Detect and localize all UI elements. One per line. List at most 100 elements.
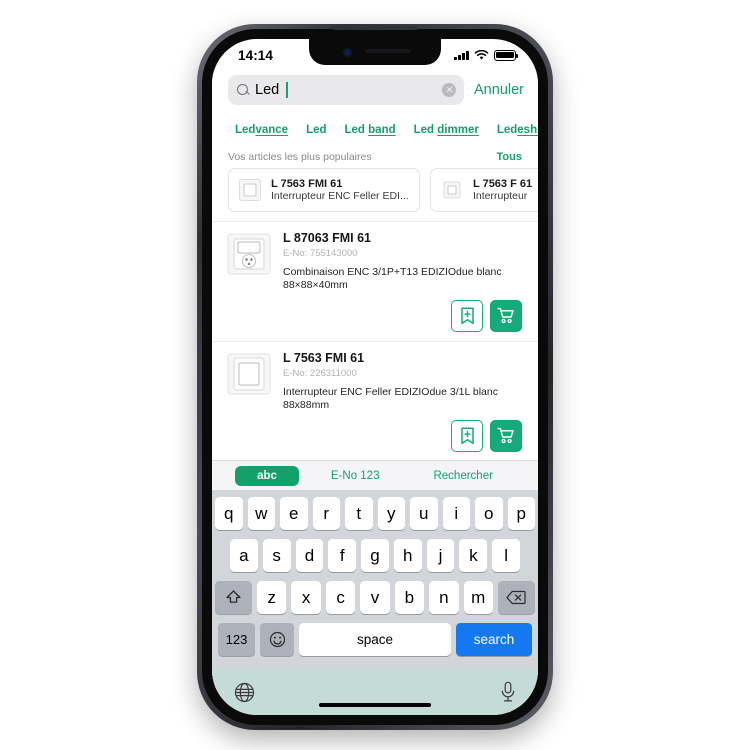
key-s[interactable]: s [262, 539, 291, 572]
search-icon [237, 84, 249, 96]
search-input[interactable]: Led [228, 75, 465, 105]
wall-switch-thumbnail [227, 353, 271, 395]
key-b[interactable]: b [394, 581, 425, 614]
socket-combination-thumbnail [227, 233, 271, 275]
key-d[interactable]: d [295, 539, 324, 572]
key-x[interactable]: x [291, 581, 321, 614]
search-key[interactable]: search [456, 623, 532, 656]
suggestion-chip-4[interactable]: Ledeshi [488, 124, 538, 136]
toolbar-segment-abc[interactable]: abc [235, 465, 299, 486]
emoji-key[interactable] [260, 623, 294, 656]
text-caret [286, 82, 288, 98]
emoji-icon [269, 631, 285, 648]
bookmark-add-icon [460, 307, 474, 325]
home-indicator [319, 702, 431, 707]
cancel-button[interactable]: Annuler [474, 82, 524, 98]
key-o[interactable]: o [475, 497, 503, 530]
popular-card[interactable]: L 7563 F 61 Interrupteur [430, 168, 538, 212]
battery-icon [494, 49, 519, 61]
key-i[interactable]: i [442, 497, 470, 530]
search-input-value: Led [255, 82, 280, 98]
popular-card-subtitle: Interrupteur ENC Feller EDI... [271, 190, 409, 202]
key-v[interactable]: v [360, 581, 390, 614]
globe-icon[interactable] [234, 682, 255, 703]
keyboard-row-2: a s d f g h j k l [215, 539, 535, 572]
key-h[interactable]: h [393, 539, 422, 572]
backspace-key[interactable] [497, 581, 535, 614]
key-k[interactable]: k [459, 539, 488, 572]
status-time: 14:14 [238, 47, 274, 63]
popular-carousel[interactable]: L 7563 FMI 61 Interrupteur ENC Feller ED… [212, 168, 538, 221]
keyboard-row-3: z x c v b n m [215, 581, 535, 614]
space-key[interactable]: space [299, 623, 451, 656]
result-title: L 7563 FMI 61 [283, 350, 365, 365]
key-t[interactable]: t [345, 497, 373, 530]
result-description: Combinaison ENC 3/1P+T13 EDIZIOdue blanc… [283, 265, 502, 292]
result-eno: E-No: 755143000 [283, 247, 358, 259]
key-n[interactable]: n [429, 581, 459, 614]
wifi-icon [474, 49, 489, 60]
result-row[interactable]: L 7563 FMI 61 E-No: 226311000 Interrupte… [212, 340, 538, 461]
key-f[interactable]: f [328, 539, 357, 572]
key-u[interactable]: u [410, 497, 438, 530]
cellular-signal-icon [454, 50, 469, 60]
shift-key[interactable] [215, 581, 253, 614]
bookmark-add-button[interactable] [451, 299, 483, 332]
add-to-cart-button[interactable] [490, 419, 522, 452]
keyboard-bottom-bar [212, 669, 538, 715]
status-indicators [454, 49, 519, 61]
shift-icon [226, 590, 241, 603]
backspace-icon [506, 590, 527, 605]
bookmark-add-button[interactable] [451, 419, 483, 452]
screenshot-root: 14:14 Led Annuler Ledvance Led Led band … [0, 0, 750, 750]
key-y[interactable]: y [377, 497, 405, 530]
suggestion-chip-3[interactable]: Led dimmer [405, 124, 488, 136]
key-w[interactable]: w [247, 497, 275, 530]
popular-card-title: L 7563 F 61 [473, 178, 533, 190]
toolbar-segment-eno[interactable]: E-No 123 [309, 466, 402, 486]
key-r[interactable]: r [312, 497, 340, 530]
keyboard-keys: q w e r t y u i o p a s d f g h j k l z … [212, 490, 538, 669]
popular-card[interactable]: L 7563 FMI 61 Interrupteur ENC Feller ED… [228, 168, 420, 212]
phone-screen: 14:14 Led Annuler Ledvance Led Led band … [212, 39, 538, 715]
key-c[interactable]: c [325, 581, 356, 614]
add-to-cart-button[interactable] [490, 299, 522, 332]
popular-all-link[interactable]: Tous [497, 151, 522, 163]
keyboard-row-1: q w e r t y u i o p [215, 497, 535, 530]
key-z[interactable]: z [257, 581, 287, 614]
keyboard: abc E-No 123 Rechercher q w e r t y u i … [212, 460, 538, 715]
key-m[interactable]: m [463, 581, 493, 614]
shopping-cart-icon [497, 308, 514, 324]
key-g[interactable]: g [361, 539, 389, 572]
suggestion-chip-0[interactable]: Ledvance [226, 124, 297, 136]
keyboard-row-4: 123 space search [215, 623, 535, 656]
result-actions [226, 413, 524, 461]
status-bar: 14:14 [212, 39, 538, 69]
search-suggestions: Ledvance Led Led band Led dimmer Ledeshi [212, 117, 538, 143]
key-p[interactable]: p [507, 497, 535, 530]
key-a[interactable]: a [229, 539, 258, 572]
popular-card-subtitle: Interrupteur [473, 190, 528, 202]
key-l[interactable]: l [492, 539, 521, 572]
result-actions [226, 293, 524, 341]
popular-card-title: L 7563 FMI 61 [271, 178, 343, 190]
key-e[interactable]: e [280, 497, 308, 530]
toolbar-segment-search[interactable]: Rechercher [411, 466, 514, 486]
clear-search-button[interactable] [442, 83, 457, 97]
popular-section-header: Vos articles les plus populaires Tous [212, 143, 538, 168]
suggestion-chip-1[interactable]: Led [297, 124, 335, 136]
key-q[interactable]: q [215, 497, 243, 530]
popular-title: Vos articles les plus populaires [228, 151, 372, 163]
wall-switch-thumbnail [443, 181, 461, 199]
result-description: Interrupteur ENC Feller EDIZIOdue 3/1L b… [283, 385, 498, 412]
result-title: L 87063 FMI 61 [283, 231, 372, 245]
bookmark-add-icon [460, 427, 474, 444]
shopping-cart-icon [497, 428, 514, 444]
wall-switch-thumbnail [239, 179, 261, 201]
microphone-icon[interactable] [500, 681, 516, 703]
result-row[interactable]: L 87063 FMI 61 E-No: 755143000 Combinais… [212, 221, 538, 341]
key-j[interactable]: j [426, 539, 455, 572]
numbers-key[interactable]: 123 [218, 623, 255, 656]
suggestion-chip-2[interactable]: Led band [336, 124, 405, 136]
earpiece-slit [332, 26, 418, 30]
